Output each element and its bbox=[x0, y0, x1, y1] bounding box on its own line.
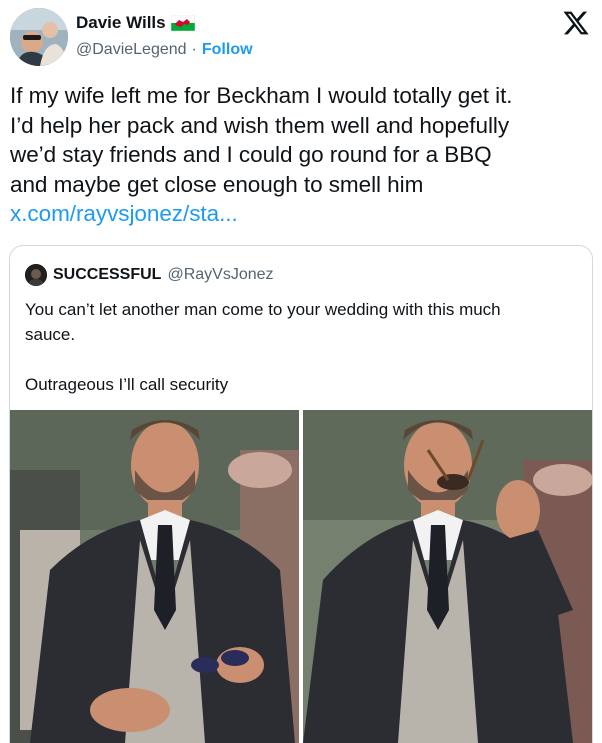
quoted-text-line: Outrageous I’ll call security bbox=[25, 375, 229, 394]
quoted-tweet-header: SUCCESSFUL @RayVsJonez bbox=[25, 264, 274, 286]
quoted-tweet[interactable]: SUCCESSFUL @RayVsJonez You can’t let ano… bbox=[9, 245, 593, 743]
quoted-text-line: You can’t let another man come to your w… bbox=[25, 300, 501, 319]
tweet-link[interactable]: x.com/rayvsjonez/sta... bbox=[10, 199, 595, 229]
author-name-row: Davie Wills bbox=[76, 13, 195, 33]
author-handle[interactable]: @DavieLegend bbox=[76, 41, 187, 59]
tweet-text: If my wife left me for Beckham I would t… bbox=[10, 81, 595, 229]
author-handle-row: @DavieLegend · Follow bbox=[76, 41, 253, 59]
wales-flag-icon bbox=[170, 14, 195, 32]
author-avatar[interactable] bbox=[10, 8, 68, 66]
tweet-line: we’d stay friends and I could go round f… bbox=[10, 142, 492, 167]
quoted-author-handle[interactable]: @RayVsJonez bbox=[167, 266, 273, 284]
quoted-author-name[interactable]: SUCCESSFUL bbox=[53, 266, 161, 284]
media-photo[interactable] bbox=[303, 410, 592, 743]
follow-button[interactable]: Follow bbox=[202, 41, 253, 59]
x-logo-icon[interactable] bbox=[562, 9, 590, 37]
tweet-line: I’d help her pack and wish them well and… bbox=[10, 112, 510, 138]
quoted-media bbox=[10, 410, 592, 743]
quoted-author-avatar[interactable] bbox=[25, 264, 47, 286]
tweet-header: Davie Wills @DavieLegend · Follow bbox=[0, 0, 602, 70]
quoted-text-line: sauce. bbox=[25, 325, 76, 344]
media-photo[interactable] bbox=[10, 410, 299, 743]
tweet-line: If my wife left me for Beckham I would t… bbox=[10, 83, 513, 108]
tweet-line: and maybe get close enough to smell him bbox=[10, 171, 424, 197]
quoted-tweet-text: You can’t let another man come to your w… bbox=[25, 297, 575, 397]
author-name[interactable]: Davie Wills bbox=[76, 13, 166, 33]
separator-dot: · bbox=[191, 41, 197, 58]
